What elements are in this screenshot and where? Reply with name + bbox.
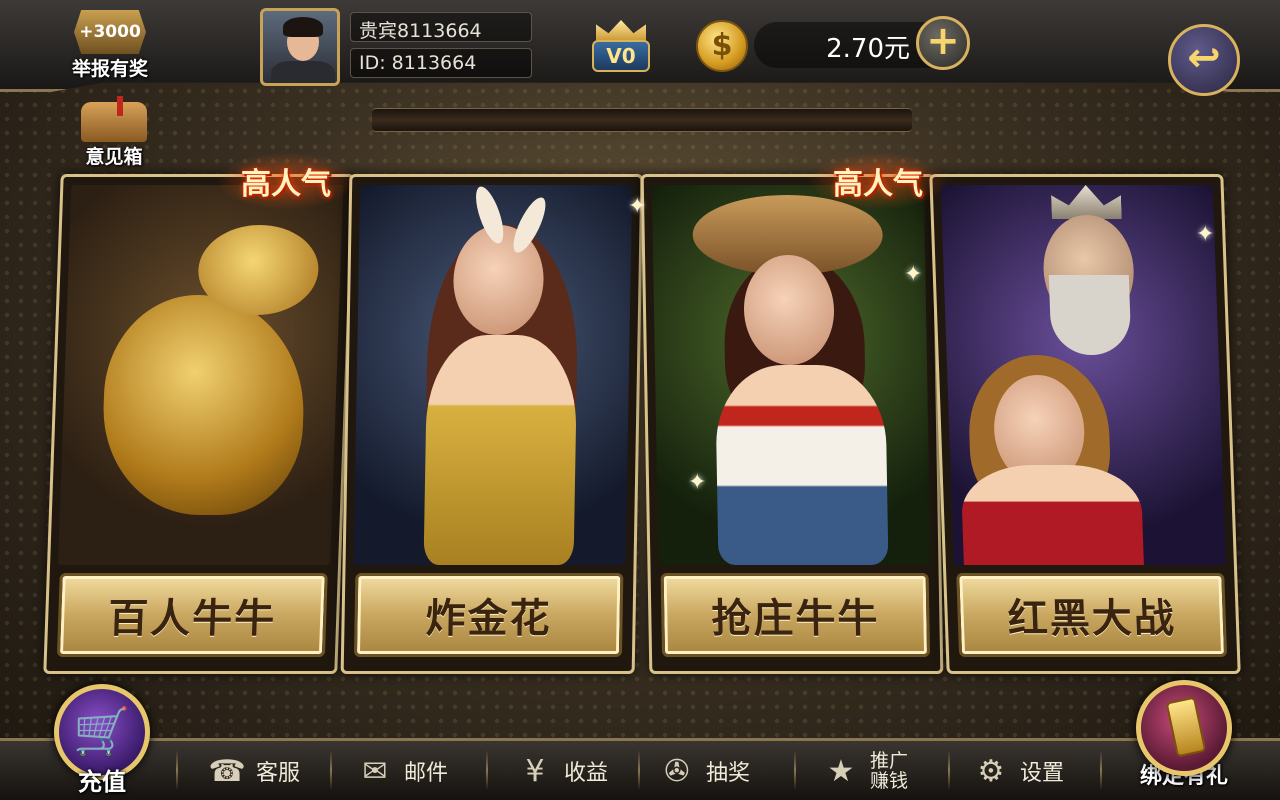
nav-label: 推广 — [870, 750, 909, 772]
avatar-suit — [271, 61, 335, 83]
hand-star-icon: ★ — [827, 753, 855, 789]
game-title: 百人牛牛 — [107, 595, 278, 642]
nav-label: 抽奖 — [706, 761, 751, 786]
back-button[interactable]: ↩ — [1168, 24, 1240, 96]
game-title-plate: 抢庄牛牛 — [660, 573, 931, 657]
bull-figure — [99, 295, 308, 515]
shield-icon: +3000 — [74, 10, 146, 54]
queen-body — [960, 465, 1145, 565]
nav-promote[interactable]: ★ 推广 赚钱 — [818, 744, 908, 798]
coin-icon: $ — [696, 20, 748, 72]
nav-separator — [486, 750, 488, 790]
nav-label: 客服 — [256, 761, 301, 786]
header-divider — [372, 108, 912, 132]
game-art-bunny-girl — [353, 185, 633, 565]
nav-customer-service[interactable]: ☎ 客服 — [204, 744, 300, 798]
feedback-box-label: 意见箱 — [85, 146, 143, 168]
nav-label-group: 推广 赚钱 — [870, 751, 908, 791]
nav-label: 邮件 — [404, 761, 449, 786]
nav-separator — [330, 750, 332, 790]
king-beard — [1048, 275, 1132, 355]
vip-badge[interactable]: V0 — [588, 20, 654, 76]
game-title: 抢庄牛牛 — [710, 595, 880, 642]
character-head — [743, 255, 835, 365]
phone-shape — [1165, 696, 1207, 758]
nav-separator — [794, 750, 796, 790]
nav-separator — [1100, 750, 1102, 790]
crown-icon — [596, 20, 646, 42]
add-funds-button[interactable]: + — [916, 16, 970, 70]
game-art-cowgirl — [651, 185, 931, 565]
game-card-qiangzhuang-niuniu[interactable]: 抢庄牛牛 — [640, 174, 944, 674]
game-title-plate: 百人牛牛 — [56, 573, 328, 657]
character-body — [714, 365, 889, 565]
character-body — [423, 335, 578, 565]
recharge-label: 充值 — [78, 768, 126, 796]
sparkle-icon: ✦ — [904, 262, 923, 287]
hot-badge: 高人气 — [808, 152, 948, 210]
nav-lottery[interactable]: ✇ 抽奖 — [654, 744, 750, 798]
game-art-bull — [58, 185, 344, 565]
report-reward-button[interactable]: +3000 举报有奖 — [60, 10, 160, 94]
nav-earnings[interactable]: ¥ 收益 — [512, 744, 608, 798]
mobile-phone-icon — [1136, 680, 1232, 776]
avatar-hair — [283, 17, 323, 37]
player-avatar[interactable] — [260, 8, 340, 86]
bottom-bar — [0, 738, 1280, 800]
game-title: 红黑大战 — [1006, 595, 1177, 642]
report-reward-label: 举报有奖 — [71, 58, 148, 80]
sparkle-icon: ✦ — [1196, 222, 1215, 247]
game-card-bairen-niuniu[interactable]: 百人牛牛 — [43, 174, 355, 674]
envelope-icon: ✉ — [362, 753, 388, 789]
game-art-king-queen — [940, 185, 1226, 565]
vip-level: V0 — [592, 40, 650, 72]
game-card-zhajinhua[interactable]: 炸金花 — [340, 174, 644, 674]
gear-icon: ⚙ — [977, 753, 1005, 789]
sparkle-icon: ✦ — [628, 194, 647, 219]
bind-phone-button[interactable]: 绑定有礼 — [1124, 680, 1244, 800]
nav-label: 设置 — [1020, 761, 1065, 786]
game-title: 炸金花 — [425, 595, 553, 642]
mailbox-flag — [117, 96, 123, 116]
recharge-button[interactable]: 🛒 充值 — [48, 684, 156, 800]
nav-mail[interactable]: ✉ 邮件 — [352, 744, 448, 798]
nav-separator — [948, 750, 950, 790]
phone-icon: ☎ — [208, 753, 246, 789]
wheel-icon: ✇ — [664, 753, 690, 789]
hot-badge: 高人气 — [216, 152, 356, 210]
mailbox-icon — [81, 96, 147, 142]
bull-head — [196, 225, 320, 315]
nav-separator — [176, 750, 178, 790]
player-id: ID: 8113664 — [350, 48, 532, 78]
nav-settings[interactable]: ⚙ 设置 — [968, 744, 1064, 798]
nav-label: 赚钱 — [870, 770, 909, 792]
yen-refresh-icon: ¥ — [525, 753, 545, 789]
game-title-plate: 炸金花 — [353, 573, 624, 657]
nav-label: 收益 — [564, 761, 609, 786]
nav-separator — [638, 750, 640, 790]
player-name: 贵宾8113664 — [350, 12, 532, 42]
game-title-plate: 红黑大战 — [956, 573, 1228, 657]
sparkle-icon: ✦ — [688, 470, 707, 495]
game-card-honghei-dazhan[interactable]: 红黑大战 — [929, 174, 1241, 674]
crown-icon — [1051, 185, 1122, 219]
feedback-box-button[interactable]: 意见箱 — [66, 96, 162, 172]
balance-value: 2.70元 — [826, 34, 910, 64]
